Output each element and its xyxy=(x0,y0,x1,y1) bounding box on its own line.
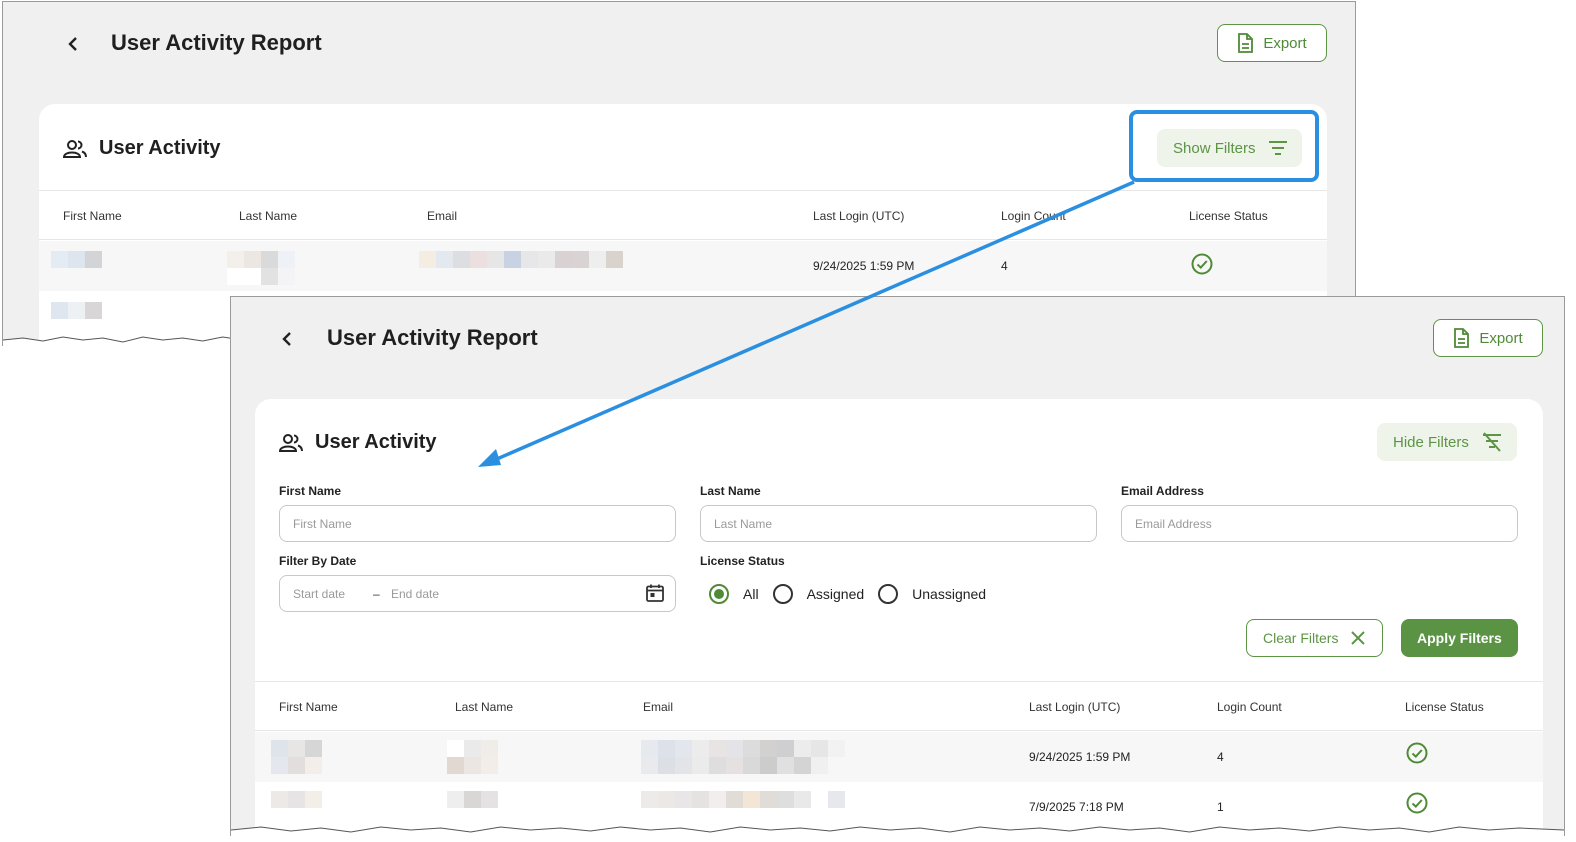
close-icon xyxy=(1351,631,1366,645)
login-count-cell: 4 xyxy=(1217,750,1224,764)
redacted-first-name xyxy=(271,740,323,774)
column-last-login[interactable]: Last Login (UTC) xyxy=(1029,700,1120,714)
clear-filters-label: Clear Filters xyxy=(1263,630,1339,646)
check-circle-icon xyxy=(1406,792,1428,814)
hide-filters-button[interactable]: Hide Filters xyxy=(1377,423,1517,461)
redacted-last-name xyxy=(447,791,499,808)
page-header: User Activity Report Export xyxy=(231,297,1564,387)
export-label: Export xyxy=(1263,34,1307,52)
hide-filters-label: Hide Filters xyxy=(1393,433,1469,451)
column-email[interactable]: Email xyxy=(427,209,457,223)
column-login-count[interactable]: Login Count xyxy=(1001,209,1066,223)
license-status-label: License Status xyxy=(700,554,785,568)
export-label: Export xyxy=(1479,329,1523,347)
column-first-name[interactable]: First Name xyxy=(279,700,338,714)
radio-assigned[interactable] xyxy=(772,584,793,604)
page-header: User Activity Report Export xyxy=(3,2,1355,92)
column-last-login[interactable]: Last Login (UTC) xyxy=(813,209,904,223)
back-chevron-icon[interactable] xyxy=(275,327,299,351)
document-icon xyxy=(1454,328,1470,348)
last-login-cell: 9/24/2025 1:59 PM xyxy=(1029,750,1131,764)
radio-unassigned[interactable] xyxy=(878,584,899,604)
user-activity-card: User Activity Hide Filters First Name Fi… xyxy=(255,399,1543,836)
export-button[interactable]: Export xyxy=(1217,24,1327,62)
document-icon xyxy=(1238,33,1254,53)
email-label: Email Address xyxy=(1121,484,1204,498)
redacted-last-name xyxy=(227,251,297,285)
users-icon xyxy=(63,140,87,158)
column-license-status[interactable]: License Status xyxy=(1189,209,1268,223)
redacted-first-name xyxy=(51,251,103,268)
column-last-name[interactable]: Last Name xyxy=(239,209,297,223)
redacted-email xyxy=(641,740,851,774)
page-title: User Activity Report xyxy=(327,325,538,350)
radio-unassigned-label: Unassigned xyxy=(912,586,987,602)
screenshot-after: User Activity Report Export User Activit… xyxy=(230,296,1565,836)
redacted-first-name xyxy=(51,302,103,319)
redacted-email xyxy=(641,791,851,808)
table-row[interactable]: 9/24/2025 1:59 PM 4 xyxy=(39,241,1327,291)
column-last-name[interactable]: Last Name xyxy=(455,700,513,714)
last-name-label: Last Name xyxy=(700,484,761,498)
redacted-email xyxy=(419,251,629,268)
column-first-name[interactable]: First Name xyxy=(63,209,122,223)
check-circle-icon xyxy=(1406,742,1428,764)
redacted-last-name xyxy=(447,740,499,774)
radio-assigned-label: Assigned xyxy=(806,586,865,602)
calendar-icon[interactable] xyxy=(645,583,665,603)
login-count-cell: 1 xyxy=(1217,800,1224,814)
filter-off-icon xyxy=(1482,432,1501,452)
column-email[interactable]: Email xyxy=(643,700,673,714)
first-name-input[interactable]: First Name xyxy=(279,505,676,542)
column-login-count[interactable]: Login Count xyxy=(1217,700,1282,714)
back-chevron-icon[interactable] xyxy=(61,32,85,56)
last-login-cell: 7/9/2025 7:18 PM xyxy=(1029,800,1124,814)
last-login-cell: 9/24/2025 1:59 PM xyxy=(813,259,915,273)
start-date-placeholder[interactable]: Start date xyxy=(293,587,373,601)
redacted-first-name xyxy=(271,791,323,808)
column-license-status[interactable]: License Status xyxy=(1405,700,1484,714)
date-filter-label: Filter By Date xyxy=(279,554,357,568)
license-status-radio-group: All Assigned Unassigned xyxy=(709,584,1000,604)
export-button[interactable]: Export xyxy=(1433,319,1543,357)
date-range-input[interactable]: Start date – End date xyxy=(279,575,676,612)
radio-all-label: All xyxy=(743,586,759,602)
apply-filters-button[interactable]: Apply Filters xyxy=(1401,619,1518,657)
page-title: User Activity Report xyxy=(111,30,322,55)
table-row[interactable]: 9/24/2025 1:59 PM 4 xyxy=(255,732,1543,782)
radio-all[interactable] xyxy=(709,584,729,604)
torn-edge xyxy=(231,826,1564,836)
table-header: First Name Last Name Email Last Login (U… xyxy=(39,190,1327,240)
table-header: First Name Last Name Email Last Login (U… xyxy=(255,681,1543,731)
date-separator: – xyxy=(373,586,380,601)
end-date-placeholder[interactable]: End date xyxy=(391,587,439,601)
last-name-input[interactable]: Last Name xyxy=(700,505,1097,542)
users-icon xyxy=(279,434,303,452)
login-count-cell: 4 xyxy=(1001,259,1008,273)
card-title: User Activity xyxy=(315,431,437,453)
first-name-label: First Name xyxy=(279,484,342,498)
card-title: User Activity xyxy=(99,137,221,159)
clear-filters-button[interactable]: Clear Filters xyxy=(1246,619,1384,657)
callout-highlight xyxy=(1129,110,1319,182)
check-circle-icon xyxy=(1191,253,1213,275)
email-input[interactable]: Email Address xyxy=(1121,505,1518,542)
